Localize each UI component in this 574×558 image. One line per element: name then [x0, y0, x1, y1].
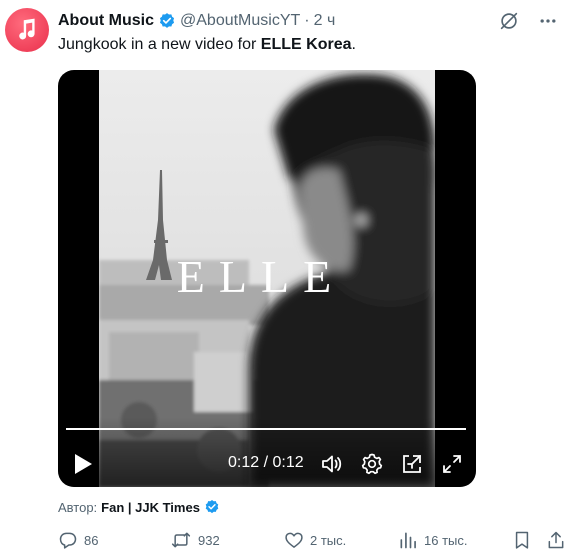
time-separator: /: [259, 454, 273, 471]
separator-dot: ·: [304, 12, 310, 29]
post-text-plain: Jungkook in a new video for: [58, 36, 261, 53]
action-bar: 86 932 2 тыс. 16 тыс.: [58, 530, 568, 552]
bookmark-icon: [515, 531, 529, 549]
views-count: 16 тыс.: [424, 532, 468, 548]
duration: 0:12: [272, 454, 304, 471]
progress-bar[interactable]: [66, 428, 466, 430]
video-credit: Автор: Fan | JJK Times: [58, 499, 220, 515]
post-text-bold: ELLE Korea: [260, 36, 352, 53]
post-text: Jungkook in a new video for ELLE Korea.: [58, 34, 356, 56]
settings-icon: [361, 453, 383, 475]
verified-badge-icon: [158, 12, 176, 30]
play-button[interactable]: [72, 452, 94, 476]
video-player[interactable]: ELLE 0:12 / 0:12: [58, 70, 476, 487]
post-header: About Music @AboutMusicYT · 2 ч: [58, 10, 335, 32]
repost-button[interactable]: 932: [170, 530, 220, 550]
credit-prefix: Автор:: [58, 499, 98, 515]
credit-user[interactable]: Fan | JJK Times: [101, 500, 200, 515]
views-icon: [400, 532, 416, 549]
author-name[interactable]: About Music: [58, 12, 154, 30]
like-button[interactable]: 2 тыс.: [284, 530, 346, 550]
fullscreen-button[interactable]: [440, 452, 464, 476]
avatar[interactable]: [5, 8, 49, 52]
post-time[interactable]: 2 ч: [314, 12, 336, 30]
volume-button[interactable]: [320, 452, 344, 476]
fullscreen-icon: [443, 455, 461, 473]
bookmark-button[interactable]: [512, 530, 532, 550]
reply-icon: [59, 532, 77, 549]
share-icon: [548, 531, 564, 549]
more-icon[interactable]: [538, 11, 558, 31]
reply-count: 86: [84, 532, 99, 548]
header-actions: [498, 10, 558, 32]
views-button[interactable]: 16 тыс.: [398, 530, 467, 550]
like-count: 2 тыс.: [310, 532, 347, 548]
music-note-icon: [19, 18, 35, 40]
author-handle[interactable]: @AboutMusicYT: [180, 12, 300, 30]
progress-fill: [66, 428, 466, 430]
share-button[interactable]: [546, 530, 566, 550]
repost-count: 932: [198, 532, 220, 548]
current-time: 0:12: [228, 454, 260, 471]
pip-icon: [403, 455, 421, 473]
time-display: 0:12 / 0:12: [228, 454, 304, 472]
play-icon: [75, 454, 92, 474]
reply-button[interactable]: 86: [58, 530, 98, 550]
pip-button[interactable]: [400, 452, 424, 476]
like-icon: [285, 532, 303, 548]
post-text-end: .: [351, 36, 356, 53]
verified-badge-icon: [204, 499, 220, 515]
repost-icon: [171, 532, 191, 548]
elle-watermark: ELLE: [177, 251, 345, 302]
grok-icon[interactable]: [498, 10, 520, 32]
settings-button[interactable]: [360, 452, 384, 476]
volume-icon: [322, 455, 342, 473]
